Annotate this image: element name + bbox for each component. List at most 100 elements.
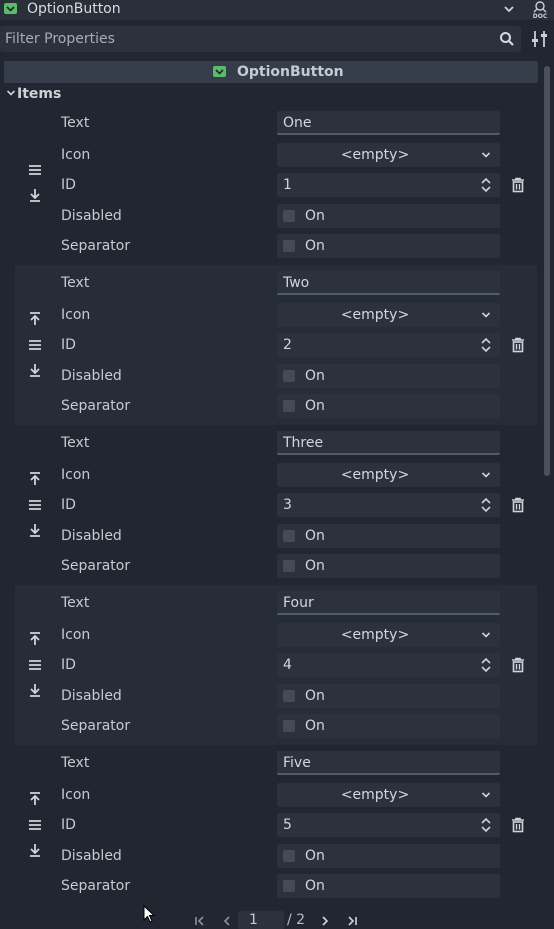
- section-title: OptionButton: [237, 64, 344, 80]
- drag-handle-icon[interactable]: [27, 817, 43, 833]
- node-type-label: OptionButton: [27, 1, 121, 17]
- spin-arrows-icon[interactable]: [480, 657, 492, 673]
- move-up-icon[interactable]: [27, 791, 43, 807]
- disabled-checkbox[interactable]: On: [277, 844, 500, 868]
- option-button-node-icon: [4, 3, 17, 14]
- checkbox-icon: [283, 210, 295, 222]
- text-field[interactable]: Three: [277, 431, 500, 455]
- spin-arrows-icon[interactable]: [480, 817, 492, 833]
- text-field[interactable]: Two: [277, 271, 500, 295]
- list-item: Text Five Icon <empty> ID 5 Disabled On …: [15, 745, 537, 905]
- separator-checkbox[interactable]: On: [277, 234, 500, 258]
- trash-icon[interactable]: [510, 657, 526, 673]
- icon-label: Icon: [61, 467, 91, 483]
- node-selector[interactable]: OptionButton: [0, 0, 554, 20]
- disabled-checkbox[interactable]: On: [277, 204, 500, 228]
- spin-arrows-icon[interactable]: [480, 177, 492, 193]
- icon-picker[interactable]: <empty>: [277, 143, 500, 167]
- move-down-icon[interactable]: [27, 187, 43, 203]
- icon-picker[interactable]: <empty>: [277, 463, 500, 487]
- text-field[interactable]: Four: [277, 591, 500, 615]
- option-button-node-icon: [213, 66, 226, 77]
- filter-properties-field: [0, 26, 521, 52]
- list-item: Text One Icon <empty> ID 1 Disabled On S…: [15, 105, 537, 265]
- page-number-input[interactable]: 1: [238, 911, 284, 929]
- checkbox-icon: [283, 880, 295, 892]
- trash-icon[interactable]: [510, 177, 526, 193]
- id-spinbox[interactable]: 5: [277, 813, 500, 837]
- text-field[interactable]: Five: [277, 751, 500, 775]
- items-group-title: Items: [17, 86, 62, 102]
- icon-picker[interactable]: <empty>: [277, 303, 500, 327]
- trash-icon[interactable]: [510, 497, 526, 513]
- disabled-checkbox[interactable]: On: [277, 684, 500, 708]
- separator-label: Separator: [61, 558, 131, 574]
- move-up-icon[interactable]: [27, 311, 43, 327]
- separator-checkbox[interactable]: On: [277, 714, 500, 738]
- checkbox-icon: [283, 370, 295, 382]
- first-page-icon[interactable]: [194, 916, 206, 926]
- inspector-scrollbar[interactable]: [544, 66, 550, 476]
- spin-arrows-icon[interactable]: [480, 337, 492, 353]
- next-page-icon[interactable]: [320, 916, 330, 926]
- move-down-icon[interactable]: [27, 842, 43, 858]
- chevron-down-icon: [481, 152, 491, 158]
- checkbox-icon: [283, 560, 295, 572]
- id-spinbox[interactable]: 1: [277, 173, 500, 197]
- disabled-checkbox[interactable]: On: [277, 364, 500, 388]
- id-spinbox[interactable]: 3: [277, 493, 500, 517]
- disabled-label: Disabled: [61, 368, 122, 384]
- text-field[interactable]: One: [277, 111, 500, 135]
- disabled-label: Disabled: [61, 688, 122, 704]
- checkbox-icon: [283, 400, 295, 412]
- id-label: ID: [61, 497, 76, 513]
- chevron-down-icon: [481, 792, 491, 798]
- checkbox-icon: [283, 720, 295, 732]
- icon-picker[interactable]: <empty>: [277, 783, 500, 807]
- trash-icon[interactable]: [510, 337, 526, 353]
- drag-handle-icon[interactable]: [27, 497, 43, 513]
- icon-label: Icon: [61, 147, 91, 163]
- id-label: ID: [61, 337, 76, 353]
- move-up-icon[interactable]: [27, 471, 43, 487]
- separator-checkbox[interactable]: On: [277, 394, 500, 418]
- last-page-icon[interactable]: [346, 916, 358, 926]
- separator-checkbox[interactable]: On: [277, 874, 500, 898]
- move-down-icon[interactable]: [27, 362, 43, 378]
- id-spinbox[interactable]: 4: [277, 653, 500, 677]
- drag-handle-icon[interactable]: [27, 657, 43, 673]
- svg-text:DOC: DOC: [533, 13, 548, 20]
- icon-picker[interactable]: <empty>: [277, 623, 500, 647]
- chevron-down-icon: [481, 312, 491, 318]
- separator-checkbox[interactable]: On: [277, 554, 500, 578]
- drag-handle-icon[interactable]: [27, 337, 43, 353]
- property-tools-icon[interactable]: [530, 28, 550, 50]
- icon-label: Icon: [61, 307, 91, 323]
- spin-arrows-icon[interactable]: [480, 497, 492, 513]
- move-up-icon[interactable]: [27, 631, 43, 647]
- text-label: Text: [61, 435, 90, 451]
- checkbox-icon: [283, 850, 295, 862]
- disabled-label: Disabled: [61, 528, 122, 544]
- id-label: ID: [61, 177, 76, 193]
- disabled-label: Disabled: [61, 208, 122, 224]
- text-label: Text: [61, 275, 90, 291]
- drag-handle-icon[interactable]: [27, 162, 43, 178]
- section-header: OptionButton: [4, 61, 538, 83]
- previous-page-icon[interactable]: [222, 916, 232, 926]
- disabled-checkbox[interactable]: On: [277, 524, 500, 548]
- move-down-icon[interactable]: [27, 522, 43, 538]
- icon-label: Icon: [61, 627, 91, 643]
- chevron-down-icon: [481, 632, 491, 638]
- trash-icon[interactable]: [510, 817, 526, 833]
- search-icon: [500, 32, 514, 46]
- doc-icon[interactable]: DOC: [526, 0, 554, 20]
- id-spinbox[interactable]: 2: [277, 333, 500, 357]
- id-label: ID: [61, 817, 76, 833]
- list-item: Text Two Icon <empty> ID 2 Disabled On S…: [15, 265, 537, 425]
- checkbox-icon: [283, 690, 295, 702]
- move-down-icon[interactable]: [27, 682, 43, 698]
- filter-properties-input[interactable]: [0, 26, 490, 52]
- separator-label: Separator: [61, 238, 131, 254]
- page-count: / 2: [287, 912, 306, 928]
